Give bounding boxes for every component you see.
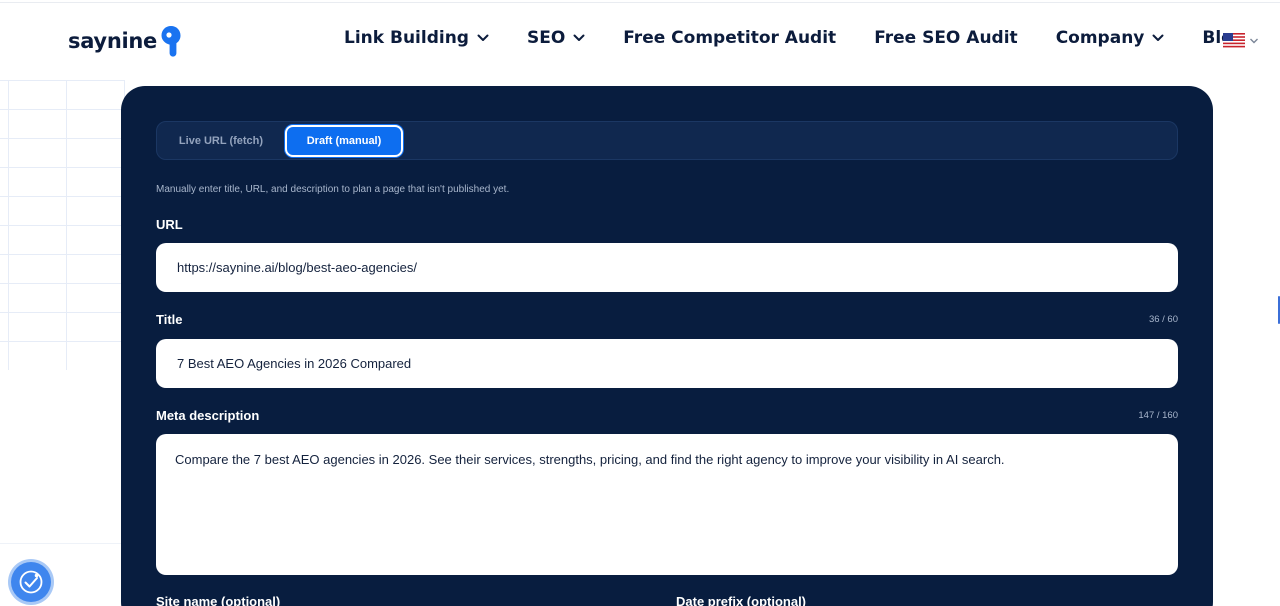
- meta-description-textarea[interactable]: Compare the 7 best AEO agencies in 2026.…: [156, 434, 1178, 575]
- nav-label: Free Competitor Audit: [623, 28, 837, 48]
- background-grid: [0, 80, 125, 370]
- nav-label: Company: [1055, 28, 1145, 48]
- meta-char-counter: 147 / 160: [1138, 410, 1178, 421]
- chevron-down-icon: [1152, 34, 1164, 41]
- title-label: Title: [156, 312, 183, 327]
- us-flag-icon: [1223, 33, 1245, 48]
- nav-free-competitor-audit[interactable]: Free Competitor Audit: [623, 28, 836, 48]
- draft-form-panel: Live URL (fetch) Draft (manual) Manually…: [121, 86, 1213, 606]
- date-prefix-label: Date prefix (optional): [676, 594, 807, 606]
- meta-description-label: Meta description: [156, 408, 260, 423]
- chevron-down-icon: [477, 34, 489, 41]
- tab-draft-manual[interactable]: Draft (manual): [285, 125, 403, 157]
- background-divider: [0, 543, 125, 544]
- form-hint: Manually enter title, URL, and descripti…: [156, 184, 510, 195]
- chevron-down-icon: [1250, 38, 1258, 43]
- nav-free-seo-audit[interactable]: Free SEO Audit: [874, 28, 1018, 48]
- logo[interactable]: saynine: [68, 24, 182, 58]
- title-input[interactable]: [156, 339, 1178, 388]
- accessibility-check-icon: [19, 570, 43, 594]
- tab-live-url[interactable]: Live URL (fetch): [165, 125, 277, 157]
- accessibility-badge[interactable]: [11, 562, 51, 602]
- mode-tabs: Live URL (fetch) Draft (manual): [156, 121, 1178, 160]
- language-switcher[interactable]: [1223, 33, 1259, 48]
- main-nav: Link Building SEO Free Competitor Audit …: [344, 28, 1280, 48]
- logo-mark-icon: [161, 26, 181, 57]
- title-char-counter: 36 / 60: [1148, 314, 1178, 325]
- nav-link-building[interactable]: Link Building: [344, 28, 489, 48]
- nav-company[interactable]: Company: [1056, 28, 1165, 48]
- url-input[interactable]: [156, 243, 1178, 292]
- logo-text: saynine: [68, 29, 157, 53]
- nav-seo[interactable]: SEO: [527, 28, 585, 48]
- site-name-label: Site name (optional): [156, 594, 281, 606]
- nav-label: SEO: [526, 28, 566, 48]
- nav-label: Link Building: [344, 28, 469, 48]
- nav-label: Free SEO Audit: [874, 28, 1018, 48]
- site-header: saynine Link Building SEO Free Competito…: [0, 0, 1280, 80]
- chevron-down-icon: [573, 34, 585, 41]
- url-label: URL: [156, 217, 183, 232]
